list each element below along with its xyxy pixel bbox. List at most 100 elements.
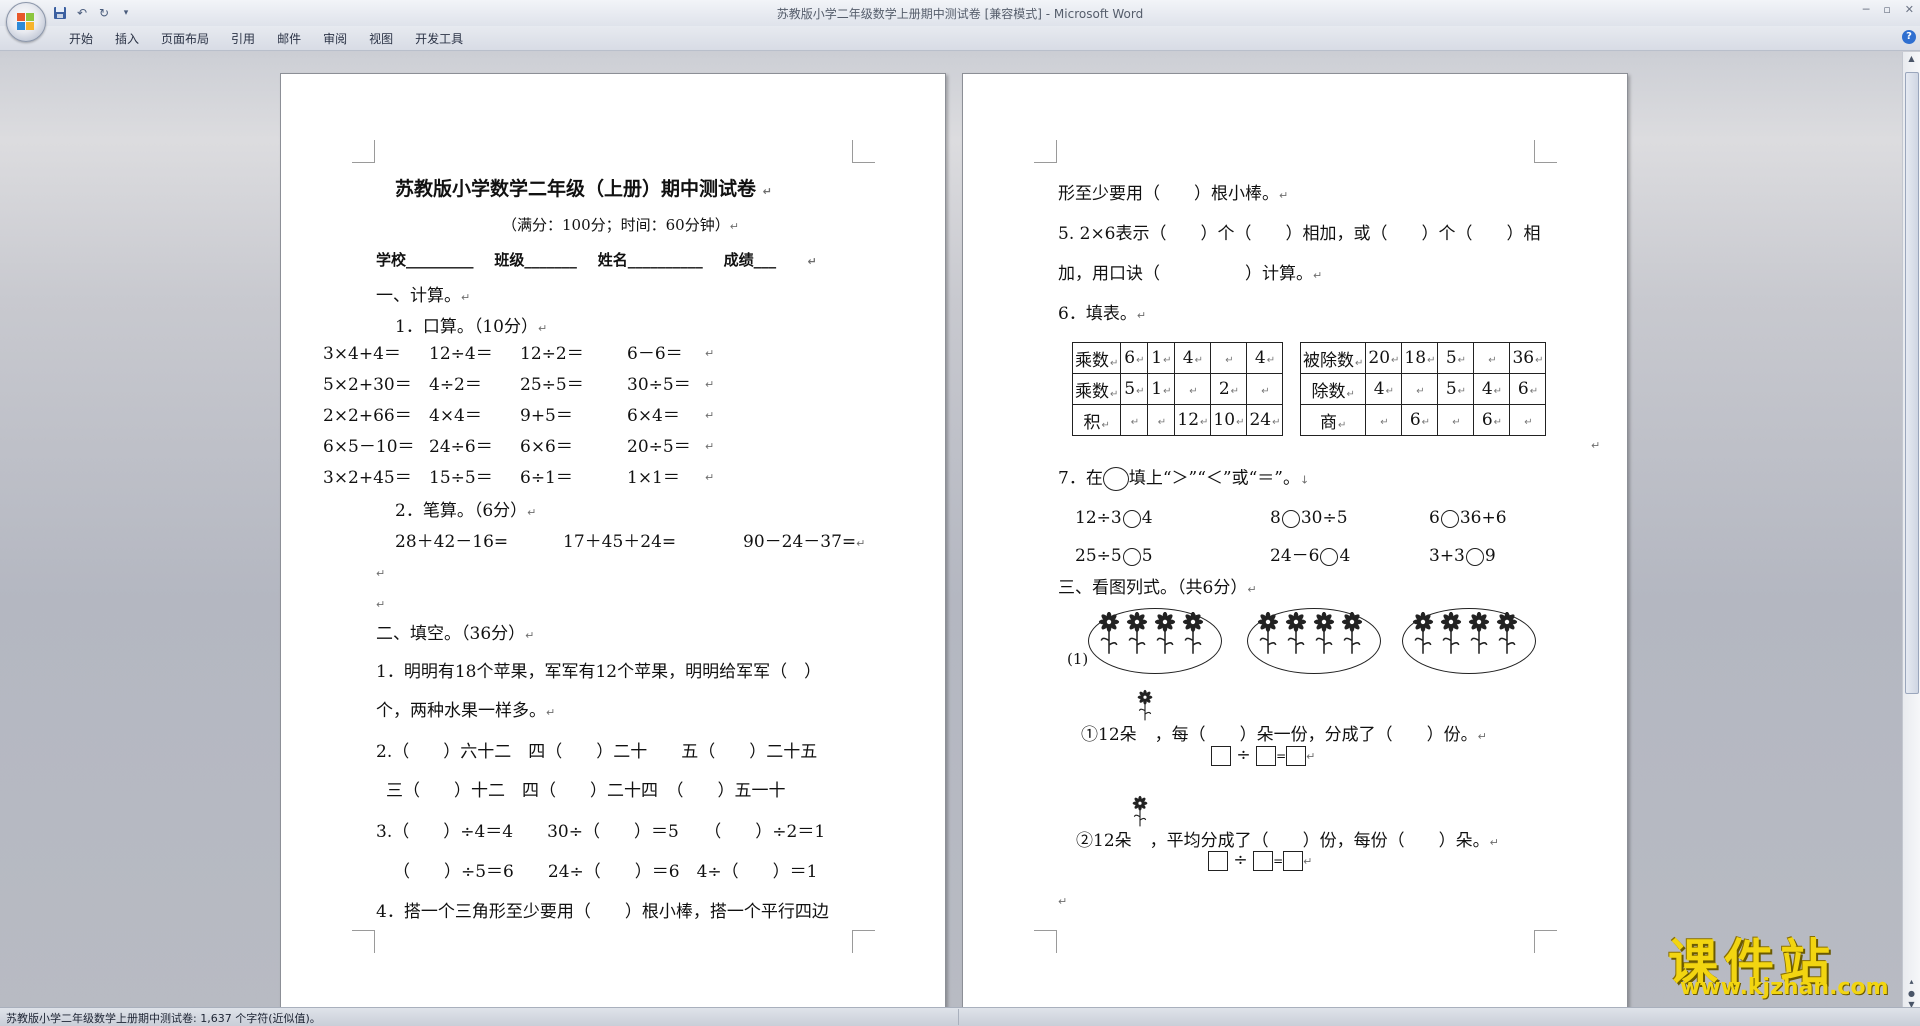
save-icon[interactable] [52,5,68,21]
office-button[interactable] [6,2,46,42]
table-cell[interactable]: 5↵ [1437,342,1475,374]
flower-icon [1440,611,1462,660]
table-cell[interactable]: 5↵ [1120,373,1149,405]
crop-mark [852,930,875,953]
table-cell[interactable]: 18↵ [1401,342,1439,374]
table-cell[interactable]: 10↵ [1210,404,1248,436]
table-row-header: 被除数↵ [1299,342,1367,374]
comparison-circle-icon[interactable] [1465,547,1484,566]
table-cell[interactable]: ↵ [1120,404,1149,436]
oral-calc-item: 3×4+4＝ [323,344,401,364]
undo-icon[interactable]: ↶ [74,5,90,21]
division-table: 被除数↵ 20↵ 18↵ 5↵ ↵ 36↵ 除数↵ 4↵ ↵ 5↵ 4↵ 6↵ 商↵ ↵ 6↵ ↵ 6↵ ↵ [1299,342,1547,436]
ribbon-tab[interactable]: 视图 [358,30,404,48]
table-cell[interactable]: ↵ [1147,404,1176,436]
comparison-circle-icon[interactable] [1281,509,1300,528]
table-cell[interactable]: 4↵ [1473,373,1511,405]
table-cell[interactable]: ↵ [1437,404,1475,436]
ribbon-tab[interactable]: 引用 [220,30,266,48]
answer-box[interactable] [1283,850,1304,871]
flower-icon [1496,611,1518,660]
table-row: 被除数↵ 20↵ 18↵ 5↵ ↵ 36↵ [1299,342,1547,374]
cell-value: 6 [1481,410,1493,430]
scroll-up-icon[interactable]: ▲ [1906,54,1917,64]
table-cell[interactable]: 1↵ [1147,342,1176,374]
vertical-scrollbar[interactable]: ▲ ▴ ● ▼ [1902,52,1920,1009]
table-cell[interactable]: ↵ [1473,342,1511,374]
select-browse-object-icon[interactable]: ● [1906,989,1917,999]
comparison-circle-icon[interactable] [1320,547,1339,566]
answer-box[interactable] [1253,850,1274,871]
cell-end-mark: ↵ [1535,355,1544,366]
cell-value: 积 [1083,412,1101,433]
answer-box[interactable] [1208,850,1228,871]
table-cell[interactable]: 6↵ [1473,404,1511,436]
section-2-heading: 二、填空。（36分）↵ [376,624,535,644]
table-row: 商↵ ↵ 6↵ ↵ 6↵ ↵ [1299,404,1547,436]
cell-end-mark: ↵ [1421,417,1431,428]
minimize-icon[interactable]: ─ [1863,3,1870,16]
prev-page-icon[interactable]: ▴ [1906,977,1917,987]
document-page-2[interactable]: 形至少要用（ ）根小棒。↵ 5. 2×6表示（ ）个（ ）相加，或（ ）个（ ）… [962,73,1628,1015]
table-cell[interactable]: 24↵ [1246,404,1284,436]
answer-box[interactable] [1256,745,1277,766]
table-cell[interactable]: 4↵ [1246,342,1284,374]
table-cell[interactable]: 12↵ [1174,404,1212,436]
cell-end-mark: ↵ [1355,357,1364,369]
ribbon-tab[interactable]: 邮件 [266,30,312,48]
help-icon[interactable]: ? [1902,30,1916,44]
document-page-1[interactable]: 苏教版小学数学二年级（上册）期中测试卷 ↵ （满分：100分；时间：60分钟）↵… [280,73,946,1015]
scroll-thumb[interactable] [1905,72,1919,694]
table-cell[interactable]: 4↵ [1174,342,1212,374]
cell-end-mark: ↵ [1266,355,1276,366]
cell-end-mark: ↵ [1110,388,1119,400]
cell-end-mark: ↵ [1194,355,1204,366]
comparison-circle-icon[interactable] [1440,509,1459,528]
comparison-right: 4 [1141,508,1153,528]
table-cell[interactable]: ↵ [1365,404,1403,436]
oral-calc-item: 6÷1＝ [520,468,573,488]
table-cell[interactable]: ↵ [1509,404,1547,436]
table-cell[interactable]: 2↵ [1210,373,1248,405]
table-row: 除数↵ 4↵ ↵ 5↵ 4↵ 6↵ [1299,373,1547,405]
oral-calc-heading: 1．口算。（10分）↵ [395,317,548,337]
table-cell[interactable]: ↵ [1174,373,1212,405]
question-4-line-1: 4．搭一个三角形至少要用（ ）根小棒，搭一个平行四边 [376,902,829,922]
paragraph-mark: ↵ [705,409,715,422]
division-equation-2: ÷ = ↵ [1208,850,1312,872]
comparison-circle-icon[interactable] [1122,509,1141,528]
table-cell[interactable]: 6↵ [1401,404,1439,436]
comparison-item: 8 30÷5 [1270,508,1348,528]
ribbon-tab[interactable]: 插入 [104,30,150,48]
comparison-circle-icon[interactable] [1122,547,1141,566]
table-cell[interactable]: 6↵ [1120,342,1149,374]
table-cell[interactable]: 36↵ [1509,342,1547,374]
table-cell[interactable]: ↵ [1210,342,1248,374]
table-cell[interactable]: 4↵ [1365,373,1403,405]
table-cell[interactable]: ↵ [1246,373,1284,405]
table-cell[interactable]: 20↵ [1365,342,1403,374]
table-cell[interactable]: ↵ [1401,373,1439,405]
answer-box[interactable] [1211,745,1231,766]
comparison-left: 25÷5 [1075,546,1122,566]
ribbon-tab[interactable]: 页面布局 [150,30,220,48]
maximize-icon[interactable]: ▫ [1883,3,1890,16]
customize-toolbar-icon[interactable]: ▾ [118,5,134,21]
ribbon-tab[interactable]: 开始 [58,30,104,48]
ribbon-tab[interactable]: 审阅 [312,30,358,48]
written-calc-1: 28＋42－16= [395,532,509,552]
table-cell[interactable]: 6↵ [1509,373,1547,405]
table-cell[interactable]: 1↵ [1147,373,1176,405]
ribbon-tab[interactable]: 开发工具 [404,30,474,48]
answer-box[interactable] [1286,745,1307,766]
oral-calc-item: 25÷5＝ [520,375,584,395]
crop-mark [1534,930,1557,953]
cell-end-mark: ↵ [1236,417,1245,428]
table-cell[interactable]: 5↵ [1437,373,1475,405]
flower-icon [1132,795,1150,830]
table-row-header: 商↵ [1299,404,1367,436]
cell-value: 1 [1151,348,1163,368]
cell-end-mark: ↵ [1110,357,1119,369]
close-icon[interactable]: ✕ [1905,3,1914,16]
redo-icon[interactable]: ↻ [96,5,112,21]
